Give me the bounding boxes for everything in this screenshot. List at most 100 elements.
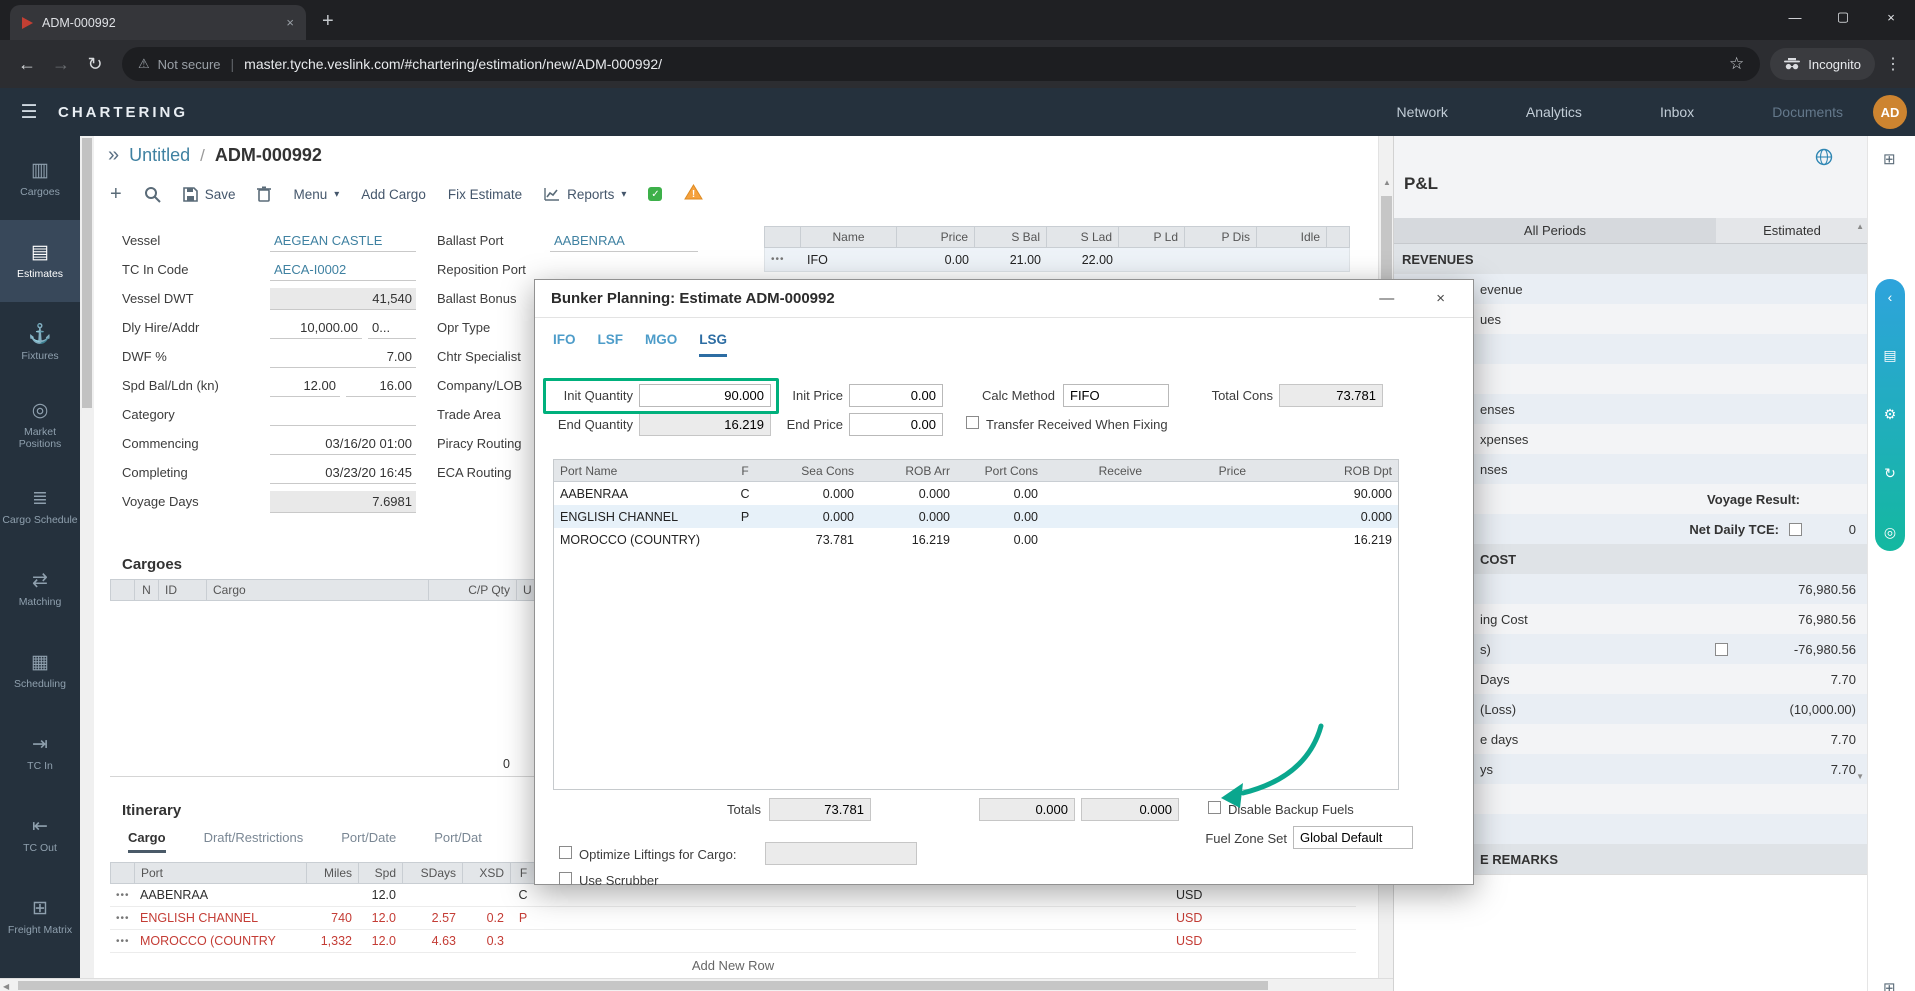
sync-icon[interactable]: ↻ bbox=[1884, 465, 1896, 482]
list-panel-icon[interactable]: ▤ bbox=[1883, 347, 1896, 364]
fuel-zone-set-select[interactable]: Global Default bbox=[1293, 826, 1413, 849]
sidebar-item-matching[interactable]: ⇄Matching bbox=[0, 548, 80, 630]
add-new-row-button[interactable]: Add New Row bbox=[110, 958, 1356, 973]
pnl-scroll-down-icon[interactable]: ▼ bbox=[1856, 772, 1864, 781]
completing-field[interactable]: 03/23/20 16:45 bbox=[270, 462, 416, 484]
browser-menu-icon[interactable]: ⋮ bbox=[1885, 54, 1901, 74]
validation-warning-icon[interactable]: ! bbox=[684, 184, 703, 205]
nav-documents[interactable]: Documents bbox=[1772, 104, 1843, 120]
disable-backup-fuels-checkbox[interactable] bbox=[1208, 801, 1221, 814]
reposition-port-field[interactable] bbox=[550, 259, 698, 281]
refresh-icon[interactable]: ↻ bbox=[78, 47, 112, 81]
tab-close-icon[interactable]: × bbox=[286, 15, 294, 30]
validation-ok-icon[interactable]: ✓ bbox=[648, 187, 662, 201]
daily-hire-field[interactable]: 10,000.00 bbox=[270, 317, 362, 339]
sidebar-item-market-positions[interactable]: ◎Market Positions bbox=[0, 384, 80, 466]
chevron-left-icon[interactable]: ‹ bbox=[1888, 289, 1893, 305]
incognito-badge[interactable]: Incognito bbox=[1770, 48, 1875, 80]
reports-button[interactable]: Reports▾ bbox=[544, 187, 626, 202]
forward-icon[interactable]: → bbox=[44, 47, 78, 81]
row-menu-icon[interactable]: ••• bbox=[765, 254, 801, 265]
use-scrubber-checkbox[interactable] bbox=[559, 872, 572, 885]
row-menu-icon[interactable]: ••• bbox=[110, 936, 134, 947]
tab-cargo[interactable]: Cargo bbox=[128, 830, 166, 853]
dialog-close-icon[interactable]: × bbox=[1436, 290, 1445, 307]
tab-port-date-2[interactable]: Port/Dat bbox=[434, 830, 482, 853]
gear-icon[interactable]: ⚙ bbox=[1884, 406, 1897, 423]
scroll-left-icon[interactable]: ◀ bbox=[3, 982, 9, 991]
hamburger-icon[interactable]: ☰ bbox=[0, 101, 58, 124]
pnl-row-checkbox[interactable] bbox=[1715, 643, 1728, 656]
bunker-row[interactable]: ENGLISH CHANNEL P 0.000 0.000 0.00 0.000 bbox=[554, 505, 1398, 528]
address-bar[interactable]: ⚠ Not secure | master.tyche.veslink.com/… bbox=[122, 47, 1760, 81]
tab-port-date[interactable]: Port/Date bbox=[341, 830, 396, 853]
tab-lsg[interactable]: LSG bbox=[699, 332, 727, 357]
save-button[interactable]: Save bbox=[183, 187, 236, 202]
horizontal-scrollbar[interactable]: ◀ bbox=[0, 978, 1393, 991]
fix-estimate-button[interactable]: Fix Estimate bbox=[448, 187, 522, 202]
transfer-received-checkbox[interactable] bbox=[966, 416, 979, 429]
browser-tab[interactable]: ADM-000992 × bbox=[10, 5, 306, 40]
remarks-area[interactable] bbox=[1394, 874, 1868, 991]
window-close-icon[interactable]: × bbox=[1867, 0, 1915, 34]
tce-checkbox[interactable] bbox=[1789, 523, 1802, 536]
itinerary-row[interactable]: ••• AABENRAA 12.0 C USD bbox=[110, 884, 1356, 907]
target-icon[interactable]: ◎ bbox=[1884, 524, 1896, 541]
grid-corner-icon[interactable]: ⊞ bbox=[1883, 979, 1896, 991]
sidebar-item-cargo-schedule[interactable]: ≣Cargo Schedule bbox=[0, 466, 80, 548]
sidebar-item-freight-matrix[interactable]: ⊞Freight Matrix bbox=[0, 876, 80, 958]
calc-method-select[interactable]: FIFO bbox=[1063, 384, 1169, 407]
tab-mgo[interactable]: MGO bbox=[645, 332, 677, 357]
row-menu-icon[interactable]: ••• bbox=[110, 913, 134, 924]
dialog-header[interactable]: Bunker Planning: Estimate ADM-000992 — × bbox=[535, 280, 1473, 318]
bunker-row[interactable]: AABENRAA C 0.000 0.000 0.00 90.000 bbox=[554, 482, 1398, 505]
optimize-liftings-input[interactable] bbox=[765, 842, 917, 865]
menu-button[interactable]: Menu▾ bbox=[293, 187, 339, 202]
expand-icon[interactable]: » bbox=[108, 144, 119, 167]
tc-in-code-field[interactable]: AECA-I0002 bbox=[270, 259, 416, 281]
speed-laden-field[interactable]: 16.00 bbox=[346, 375, 416, 397]
nav-network[interactable]: Network bbox=[1397, 104, 1448, 120]
init-price-input[interactable]: 0.00 bbox=[849, 384, 943, 407]
category-field[interactable] bbox=[270, 404, 416, 426]
sidebar-item-cargoes[interactable]: ▥Cargoes bbox=[0, 138, 80, 220]
globe-icon[interactable] bbox=[1815, 148, 1833, 171]
nav-inbox[interactable]: Inbox bbox=[1660, 104, 1694, 120]
window-maximize-icon[interactable]: ▢ bbox=[1819, 0, 1867, 34]
pnl-scroll-up-icon[interactable]: ▲ bbox=[1856, 222, 1864, 231]
new-estimate-button[interactable]: + bbox=[110, 183, 122, 206]
tab-ifo[interactable]: IFO bbox=[553, 332, 576, 357]
horizontal-scrollbar-thumb[interactable] bbox=[18, 981, 1268, 990]
row-menu-icon[interactable]: ••• bbox=[110, 890, 134, 901]
itinerary-row[interactable]: ••• MOROCCO (COUNTRY 1,332 12.0 4.63 0.3… bbox=[110, 930, 1356, 953]
table-row[interactable]: ••• IFO 0.00 21.00 22.00 bbox=[764, 248, 1350, 272]
nav-analytics[interactable]: Analytics bbox=[1526, 104, 1582, 120]
dialog-minimize-icon[interactable]: — bbox=[1379, 290, 1394, 307]
vessel-field[interactable]: AEGEAN CASTLE bbox=[270, 230, 416, 252]
sidebar-item-scheduling[interactable]: ▦Scheduling bbox=[0, 630, 80, 712]
grid-view-icon[interactable]: ⊞ bbox=[1883, 150, 1896, 168]
bunker-row[interactable]: MOROCCO (COUNTRY) 73.781 16.219 0.00 16.… bbox=[554, 528, 1398, 551]
scroll-up-icon[interactable]: ▲ bbox=[1383, 178, 1391, 187]
sidebar-item-tc-in[interactable]: ⇥TC In bbox=[0, 712, 80, 794]
tab-lsf[interactable]: LSF bbox=[598, 332, 624, 357]
bookmark-star-icon[interactable]: ☆ bbox=[1729, 54, 1744, 74]
url-text[interactable]: master.tyche.veslink.com/#chartering/est… bbox=[244, 56, 662, 72]
itinerary-row[interactable]: ••• ENGLISH CHANNEL 740 12.0 2.57 0.2 P … bbox=[110, 907, 1356, 930]
avatar[interactable]: AD bbox=[1873, 95, 1907, 129]
dwf-field[interactable]: 7.00 bbox=[270, 346, 416, 368]
search-button[interactable] bbox=[144, 186, 161, 203]
end-price-input[interactable]: 0.00 bbox=[849, 413, 943, 436]
commencing-field[interactable]: 03/16/20 01:00 bbox=[270, 433, 416, 455]
init-quantity-input[interactable]: 90.000 bbox=[639, 384, 771, 407]
sidebar-item-tc-out[interactable]: ⇤TC Out bbox=[0, 794, 80, 876]
ballast-port-field[interactable]: AABENRAA bbox=[550, 230, 698, 252]
addr-field[interactable]: 0... bbox=[368, 317, 416, 339]
sidebar-item-estimates[interactable]: ▤Estimates bbox=[0, 220, 80, 302]
pnl-period-header[interactable]: All Periods bbox=[1394, 218, 1716, 244]
not-secure-badge[interactable]: ⚠ Not secure bbox=[138, 56, 221, 72]
sidebar-item-fixtures[interactable]: ⚓Fixtures bbox=[0, 302, 80, 384]
add-cargo-button[interactable]: Add Cargo bbox=[361, 187, 426, 202]
tab-draft-restrictions[interactable]: Draft/Restrictions bbox=[204, 830, 304, 853]
sidebar-scrollbar-thumb[interactable] bbox=[82, 138, 92, 408]
